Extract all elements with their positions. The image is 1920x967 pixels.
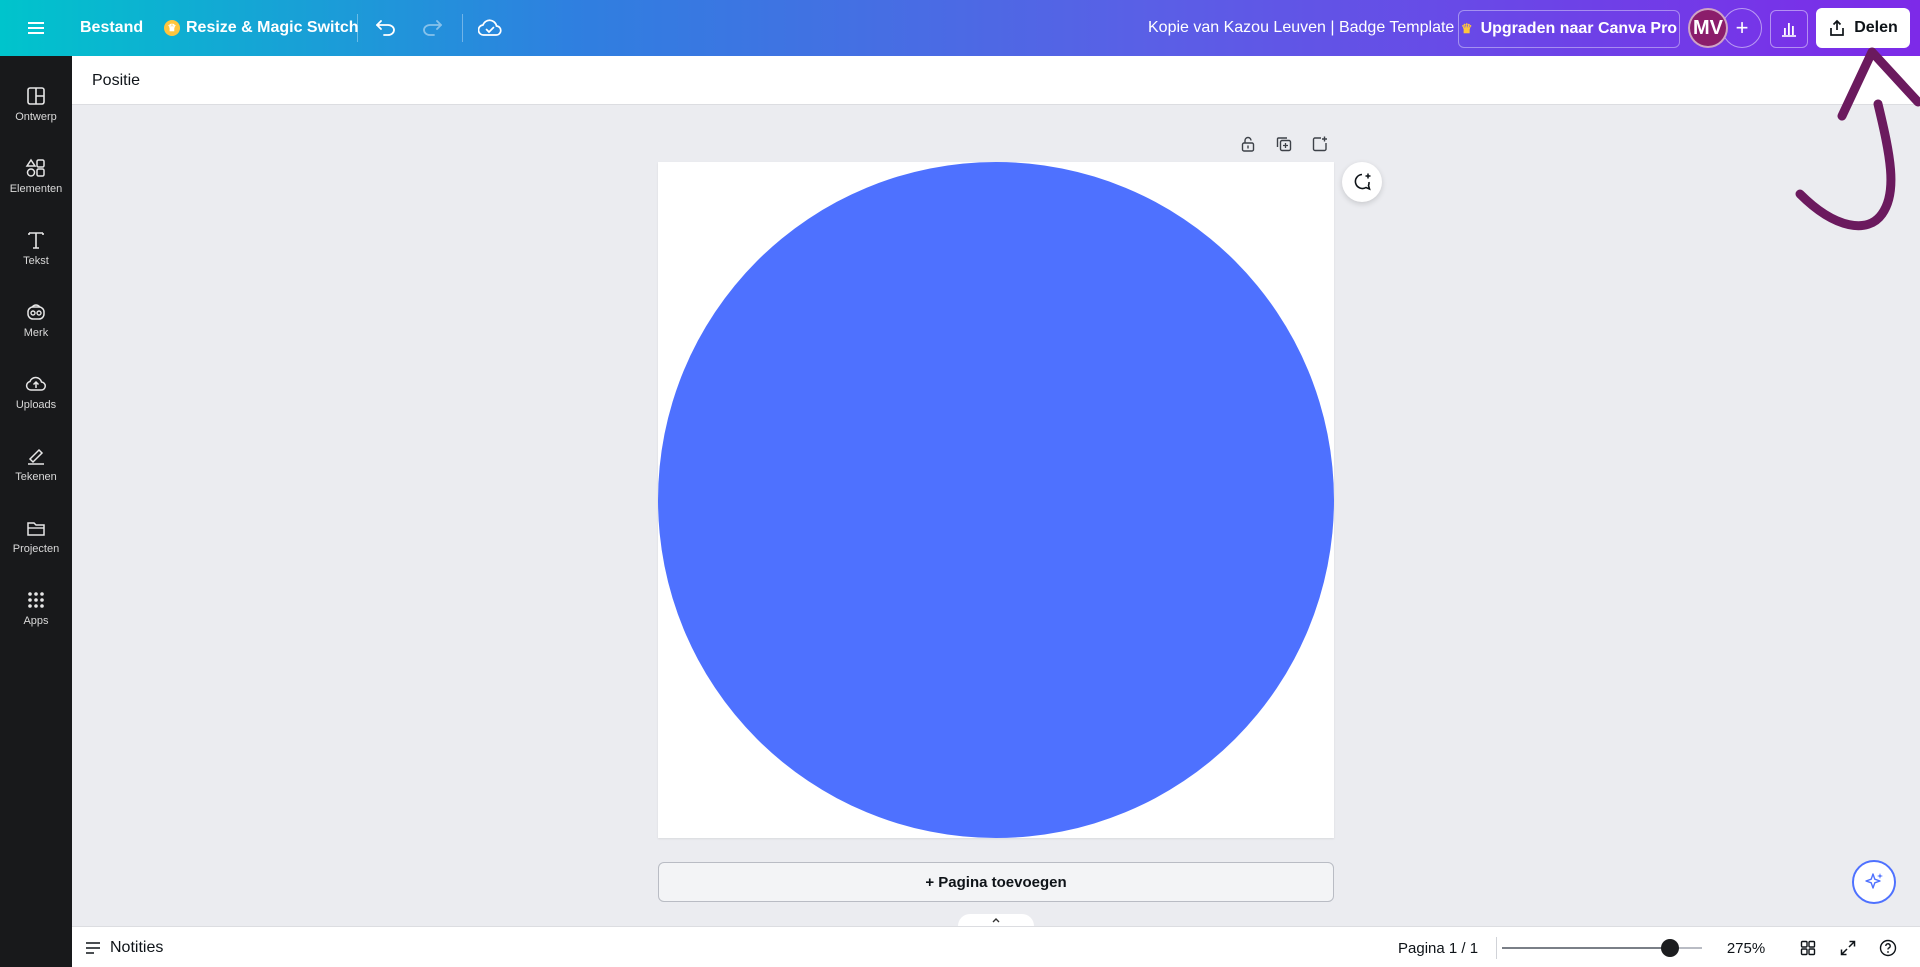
bar-chart-icon — [1782, 23, 1796, 37]
divider — [1496, 937, 1497, 959]
sidebar-item-projects[interactable]: Projecten — [0, 504, 72, 568]
insights-button[interactable] — [1770, 10, 1808, 48]
undo-icon — [376, 20, 395, 36]
folder-icon — [27, 522, 45, 536]
add-page-button[interactable]: + Pagina toevoegen — [658, 862, 1334, 902]
resize-label: Resize & Magic Switch — [186, 19, 359, 36]
sidebar-item-label: Tekst — [23, 255, 49, 267]
sidebar-item-design[interactable]: Ontwerp — [0, 72, 72, 136]
chevron-up-icon — [992, 918, 1000, 923]
text-icon — [28, 232, 44, 249]
design-page[interactable] — [658, 162, 1334, 838]
lock-page-button[interactable] — [1234, 130, 1262, 158]
sidebar-item-elements[interactable]: Elementen — [0, 144, 72, 208]
zoom-level[interactable]: 275% — [1716, 933, 1776, 963]
fullscreen-button[interactable] — [1832, 933, 1864, 963]
comment-add-icon — [1354, 173, 1371, 191]
sidebar-item-brand[interactable]: Merk — [0, 288, 72, 352]
undo-button[interactable] — [368, 10, 404, 46]
help-button[interactable] — [1872, 933, 1904, 963]
help-icon — [1879, 939, 1897, 957]
add-page-icon — [1312, 136, 1327, 152]
add-comment-button[interactable] — [1342, 162, 1382, 202]
hamburger-icon — [28, 22, 44, 34]
context-toolbar: Positie — [72, 56, 1920, 105]
upgrade-button[interactable]: ♛ Upgraden naar Canva Pro — [1458, 10, 1680, 48]
fullscreen-icon — [1840, 940, 1856, 956]
sidebar-item-draw[interactable]: Tekenen — [0, 432, 72, 496]
crown-icon: ♛ — [1460, 21, 1473, 36]
page-tools — [1234, 130, 1334, 158]
cloud-check-icon — [478, 19, 502, 36]
sidebar-item-apps[interactable]: Apps — [0, 576, 72, 640]
plus-icon: + — [1735, 15, 1749, 40]
page-indicator[interactable]: Pagina 1 / 1 — [1398, 933, 1478, 963]
save-status-button[interactable] — [472, 10, 508, 46]
duplicate-icon — [1276, 137, 1292, 152]
sidebar-item-label: Elementen — [9, 183, 63, 195]
top-bar: Bestand ♛ Resize & Magic Switch Kopie va… — [0, 0, 1920, 56]
sidebar-item-label: Projecten — [12, 543, 60, 555]
sparkle-icon — [1865, 873, 1883, 889]
sidebar-item-label: Apps — [23, 615, 49, 627]
document-title[interactable]: Kopie van Kazou Leuven | Badge Template — [1136, 12, 1466, 44]
sidebar-item-uploads[interactable]: Uploads — [0, 360, 72, 424]
draw-icon — [28, 448, 44, 465]
divider — [462, 14, 463, 42]
redo-icon — [423, 20, 442, 36]
upload-icon — [25, 376, 46, 391]
design-icon — [27, 87, 45, 105]
magic-assistant-button[interactable] — [1852, 860, 1896, 904]
brand-icon — [27, 304, 45, 320]
zoom-slider-fill — [1502, 947, 1670, 949]
sidebar-item-label: Uploads — [15, 399, 57, 411]
apps-icon — [28, 592, 44, 608]
file-menu-button[interactable]: Bestand — [68, 12, 155, 44]
zoom-slider[interactable] — [1502, 939, 1702, 957]
upgrade-label: Upgraden naar Canva Pro — [1480, 20, 1678, 37]
notes-icon — [86, 942, 100, 954]
sidebar-item-text[interactable]: Tekst — [0, 216, 72, 280]
share-label: Delen — [1854, 19, 1898, 36]
invite-button[interactable]: + — [1722, 8, 1762, 48]
avatar[interactable]: MV — [1688, 8, 1728, 48]
menu-button[interactable] — [16, 12, 56, 44]
bottom-bar: Notities Pagina 1 / 1 275% — [72, 926, 1920, 967]
grid-view-icon — [1800, 940, 1816, 956]
sidebar-item-label: Merk — [23, 327, 49, 339]
crown-icon: ♛ — [164, 20, 180, 36]
divider — [357, 14, 358, 42]
sidebar-item-label: Tekenen — [15, 471, 57, 483]
zoom-slider-thumb[interactable] — [1661, 939, 1679, 957]
notes-button[interactable]: Notities — [84, 933, 163, 963]
sidebar: Ontwerp Elementen Tekst Merk Uploads Tek… — [0, 56, 72, 967]
share-button[interactable]: Delen — [1816, 8, 1910, 48]
lock-icon — [1241, 136, 1255, 152]
notes-label: Notities — [110, 939, 164, 956]
grid-view-button[interactable] — [1792, 933, 1824, 963]
duplicate-page-button[interactable] — [1270, 130, 1298, 158]
position-button[interactable]: Positie — [88, 66, 144, 96]
circle-shape[interactable] — [658, 162, 1334, 838]
sidebar-item-label: Ontwerp — [15, 111, 57, 123]
add-page-icon-button[interactable] — [1306, 130, 1334, 158]
elements-icon — [25, 158, 45, 177]
redo-button[interactable] — [414, 10, 450, 46]
resize-button[interactable]: ♛ Resize & Magic Switch — [154, 12, 369, 44]
show-pages-toggle[interactable] — [958, 914, 1034, 926]
share-icon — [1830, 19, 1845, 36]
